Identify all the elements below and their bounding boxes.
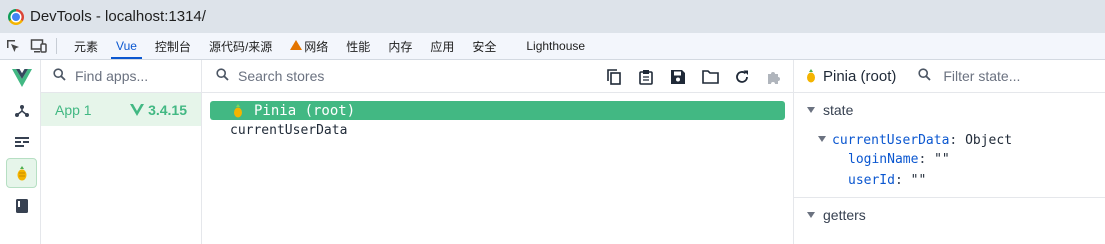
state-field-value: "" xyxy=(934,152,950,167)
state-field-row[interactable]: userId: "" xyxy=(848,173,926,188)
section-divider xyxy=(794,197,1105,198)
puzzle-icon[interactable] xyxy=(763,66,785,88)
tab-application[interactable]: 应用 xyxy=(421,33,463,59)
vue-version-icon xyxy=(130,103,145,116)
state-field-row[interactable]: loginName: "" xyxy=(848,152,950,167)
state-inspector-header: Pinia (root) Filter state... xyxy=(794,60,1105,93)
store-toolbar xyxy=(603,60,785,93)
tab-security[interactable]: 安全 xyxy=(463,33,505,59)
timeline-icon[interactable] xyxy=(6,127,37,157)
search-stores-placeholder: Search stores xyxy=(238,68,325,84)
state-section-toggle[interactable]: state xyxy=(794,102,1105,118)
tab-vue[interactable]: Vue xyxy=(107,33,146,59)
state-field-value: "" xyxy=(910,173,927,188)
getters-section-toggle[interactable]: getters xyxy=(794,207,1105,223)
getters-section-label: getters xyxy=(823,207,866,223)
copy-icon[interactable] xyxy=(603,66,625,88)
component-tree-icon[interactable] xyxy=(6,96,37,126)
inspector-title: Pinia (root) xyxy=(823,67,897,85)
window-titlebar: DevTools - localhost:1314/ xyxy=(0,0,1105,33)
folder-icon[interactable] xyxy=(699,66,721,88)
apps-panel: Find apps... App 1 3.4.15 xyxy=(41,60,202,244)
state-inspector: Pinia (root) Filter state... state curre… xyxy=(794,60,1105,244)
pinia-icon xyxy=(234,103,242,117)
find-apps-search[interactable]: Find apps... xyxy=(41,60,201,93)
tab-network[interactable]: 网络 xyxy=(281,33,337,59)
filter-state-input[interactable]: Filter state... xyxy=(943,68,1020,84)
vue-devtools-panel: Find apps... App 1 3.4.15 Search stores xyxy=(0,60,1105,244)
tab-console[interactable]: 控制台 xyxy=(146,33,200,59)
warning-icon xyxy=(290,40,303,50)
state-field-key: loginName xyxy=(848,152,919,167)
pinia-icon xyxy=(807,69,815,83)
devtools-tabbar: 元素 Vue 控制台 源代码/来源 网络 性能 内存 应用 安全 Lightho… xyxy=(0,33,1105,60)
caret-down-icon xyxy=(807,212,815,218)
chrome-icon xyxy=(8,8,24,25)
state-field-key: userId xyxy=(848,173,895,188)
search-icon xyxy=(216,68,229,84)
tab-sources[interactable]: 源代码/来源 xyxy=(200,33,281,59)
vue-logo-icon[interactable] xyxy=(6,63,37,93)
find-apps-placeholder: Find apps... xyxy=(75,68,149,84)
inspect-element-icon[interactable] xyxy=(0,33,26,59)
caret-down-icon xyxy=(818,136,826,142)
caret-down-icon xyxy=(807,107,815,113)
tab-performance[interactable]: 性能 xyxy=(337,33,379,59)
store-item[interactable]: currentUserData xyxy=(230,123,347,138)
toolbar-divider xyxy=(56,38,57,54)
refresh-icon[interactable] xyxy=(731,66,753,88)
save-icon[interactable] xyxy=(667,66,689,88)
window-title: DevTools - localhost:1314/ xyxy=(30,8,206,25)
app-name: App 1 xyxy=(55,101,92,118)
selected-store-label: Pinia (root) xyxy=(254,102,356,119)
tab-elements[interactable]: 元素 xyxy=(65,33,107,59)
device-toolbar-icon[interactable] xyxy=(26,33,52,59)
state-object-type: Object xyxy=(965,133,1013,148)
search-icon xyxy=(918,67,931,85)
book-icon[interactable] xyxy=(6,191,37,221)
clipboard-icon[interactable] xyxy=(635,66,657,88)
state-section-label: state xyxy=(823,102,854,118)
tab-memory[interactable]: 内存 xyxy=(379,33,421,59)
pinia-icon[interactable] xyxy=(6,158,37,188)
app-version-badge: 3.4.15 xyxy=(130,102,187,118)
stores-panel: Search stores Pinia (root) currentUserDa… xyxy=(202,60,794,244)
state-object-row[interactable]: currentUserData: Object xyxy=(818,133,1012,148)
tab-lighthouse[interactable]: Lighthouse xyxy=(517,33,594,59)
app-list-item[interactable]: App 1 3.4.15 xyxy=(41,93,201,126)
search-icon xyxy=(53,68,66,84)
store-item-selected[interactable]: Pinia (root) xyxy=(210,101,785,120)
state-object-key: currentUserData xyxy=(832,133,950,148)
vue-sidebar xyxy=(0,60,41,244)
